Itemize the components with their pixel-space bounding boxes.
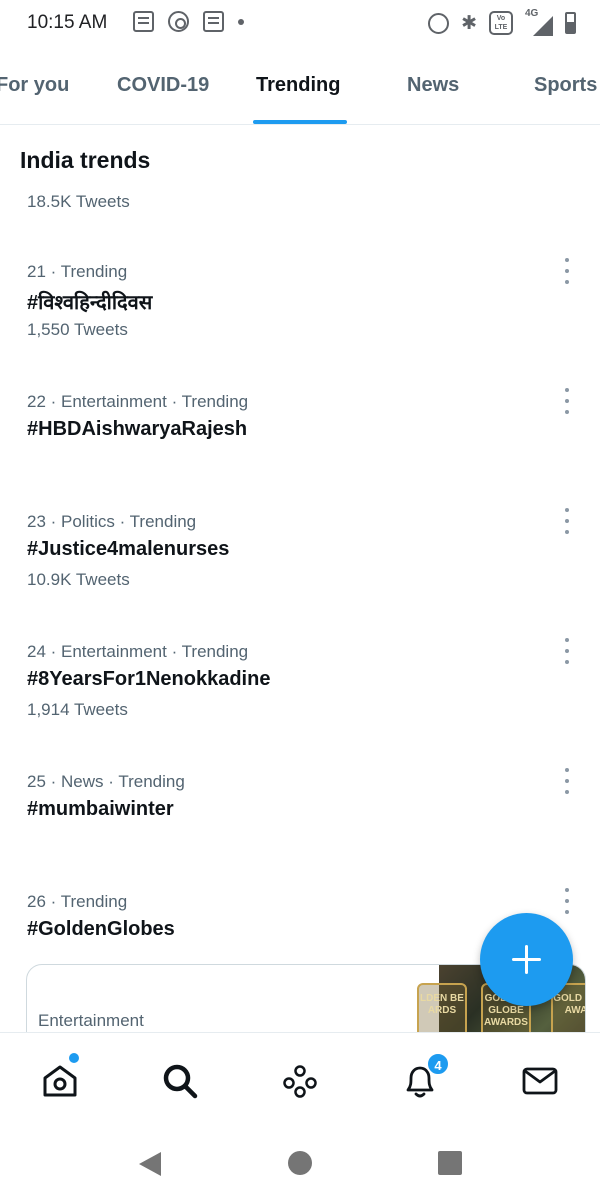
emblem-icon [168, 11, 189, 32]
status-system-icons: ✱ Vo LTE 4G [428, 8, 576, 36]
explore-tabs: For you COVID-19 Trending News Sports [0, 46, 600, 125]
award-sign: LDEN BE ARDS [417, 983, 467, 1039]
active-tab-indicator [253, 120, 347, 124]
trend-tweet-count: 10.9K Tweets [27, 570, 130, 589]
more-options-icon[interactable] [562, 388, 572, 414]
trend-meta: 21 · Trending [27, 262, 128, 281]
tab-covid-19[interactable]: COVID-19 [117, 74, 209, 97]
trend-meta: 25 · News · Trending [27, 772, 185, 791]
status-time: 10:15 AM [27, 12, 108, 33]
trend-meta: 24 · Entertainment · Trending [27, 642, 249, 661]
more-options-icon[interactable] [562, 888, 572, 914]
battery-icon [565, 12, 576, 34]
partial-tweet-count: 18.5K Tweets [27, 192, 130, 211]
volte-icon: Vo LTE [489, 11, 513, 35]
android-navigation [0, 1128, 600, 1200]
tab-for-you[interactable]: For you [0, 74, 69, 97]
trend-meta: 26 · Trending [27, 892, 128, 911]
section-title: India trends [20, 147, 151, 173]
mail-icon[interactable] [520, 1061, 560, 1101]
trend-name: #mumbaiwinter [27, 798, 174, 820]
event-category: Entertainment [38, 1011, 144, 1030]
more-options-icon[interactable] [562, 258, 572, 284]
status-bar: 10:15 AM ✱ Vo LTE 4G [0, 0, 600, 46]
alarm-icon [428, 12, 450, 34]
trend-item[interactable]: 25 · News · Trending #mumbaiwinter [0, 768, 600, 882]
notification-badge: 4 [426, 1052, 450, 1076]
more-options-icon[interactable] [562, 508, 572, 534]
dot-icon [238, 18, 244, 25]
message-icon [203, 11, 224, 32]
trend-meta: 23 · Politics · Trending [27, 512, 197, 531]
trend-item[interactable]: 24 · Entertainment · Trending #8YearsFor… [0, 638, 600, 752]
message-icon [133, 11, 154, 32]
tab-sports[interactable]: Sports [534, 74, 597, 97]
trend-name: #विश्वहिन्दीदिवस [27, 292, 153, 314]
trend-name: #Justice4malenurses [27, 538, 230, 560]
trend-tweet-count: 1,550 Tweets [27, 320, 128, 339]
more-options-icon[interactable] [562, 768, 572, 794]
trend-meta: 22 · Entertainment · Trending [27, 392, 249, 411]
compose-tweet-button[interactable] [480, 913, 573, 1006]
bluetooth-icon: ✱ [461, 12, 477, 34]
more-options-icon[interactable] [562, 638, 572, 664]
trend-item[interactable]: 23 · Politics · Trending #Justice4malenu… [0, 508, 600, 622]
home-button-icon[interactable] [288, 1151, 312, 1175]
trend-item[interactable]: 21 · Trending #विश्वहिन्दीदिवस 1,550 Twe… [0, 258, 600, 372]
trend-name: #GoldenGlobes [27, 918, 175, 940]
tab-news[interactable]: News [407, 74, 459, 97]
tab-trending[interactable]: Trending [256, 74, 340, 97]
search-icon[interactable] [160, 1061, 200, 1101]
trend-item[interactable]: 22 · Entertainment · Trending #HBDAishwa… [0, 388, 600, 502]
trend-name: #8YearsFor1Nenokkadine [27, 668, 271, 690]
recents-icon[interactable] [438, 1151, 462, 1175]
spaces-icon[interactable] [280, 1061, 320, 1101]
trend-tweet-count: 1,914 Tweets [27, 700, 128, 719]
home-unread-dot [69, 1053, 79, 1063]
status-notification-icons [133, 11, 244, 32]
bottom-navigation [0, 1032, 600, 1128]
trend-name: #HBDAishwaryaRajesh [27, 418, 248, 440]
signal-icon: 4G [525, 8, 553, 36]
back-icon[interactable] [137, 1150, 163, 1183]
home-icon[interactable] [40, 1061, 80, 1101]
